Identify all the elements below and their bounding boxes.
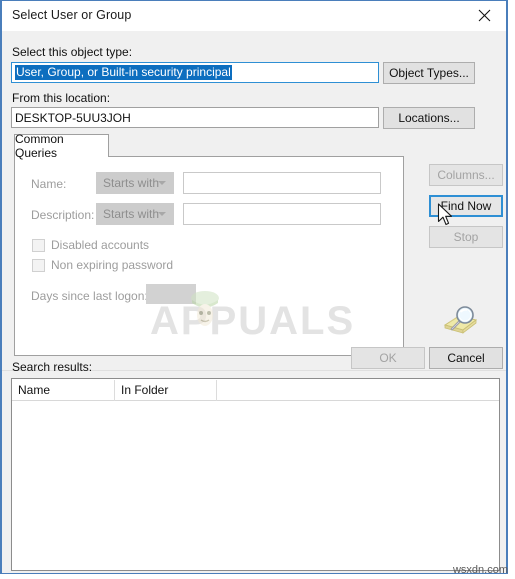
description-operator-value: Starts with xyxy=(103,207,160,221)
chevron-down-icon xyxy=(158,181,166,185)
name-operator-value: Starts with xyxy=(103,176,160,190)
days-since-logon-select[interactable] xyxy=(146,284,196,304)
find-now-button[interactable]: Find Now xyxy=(429,195,503,217)
description-label: Description: xyxy=(31,208,95,222)
locations-button[interactable]: Locations... xyxy=(383,107,475,129)
columns-button[interactable]: Columns... xyxy=(429,164,503,186)
column-header-name[interactable]: Name xyxy=(12,379,114,401)
disabled-accounts-checkbox[interactable] xyxy=(32,239,45,252)
name-label: Name: xyxy=(31,177,67,191)
select-user-or-group-dialog: Select User or Group Select this object … xyxy=(0,0,508,574)
location-input[interactable]: DESKTOP-5UU3JOH xyxy=(11,107,379,128)
chevron-down-icon xyxy=(158,212,166,216)
location-label: From this location: xyxy=(12,91,111,105)
tab-common-queries[interactable]: Common Queries xyxy=(14,132,109,160)
close-icon[interactable] xyxy=(462,1,506,30)
non-expiring-password-checkbox[interactable] xyxy=(32,259,45,272)
object-type-label: Select this object type: xyxy=(12,45,133,59)
magnifier-folder-icon xyxy=(439,303,479,339)
days-since-logon-label: Days since last logon: xyxy=(31,289,148,303)
site-credit: wsxdn.com xyxy=(452,564,508,576)
search-results-label: Search results: xyxy=(12,360,93,374)
object-type-value: User, Group, or Built-in security princi… xyxy=(15,65,232,80)
results-column-headers: Name In Folder xyxy=(12,379,499,401)
title-bar: Select User or Group xyxy=(2,1,506,31)
search-results-list[interactable]: Name In Folder xyxy=(11,378,500,571)
ok-button[interactable]: OK xyxy=(351,347,425,369)
disabled-accounts-label: Disabled accounts xyxy=(51,238,150,252)
description-operator-select[interactable]: Starts with xyxy=(96,203,174,225)
tab-strip: Common Queries xyxy=(14,132,404,160)
stop-button[interactable]: Stop xyxy=(429,226,503,248)
cancel-button[interactable]: Cancel xyxy=(429,347,503,369)
object-type-input[interactable]: User, Group, or Built-in security princi… xyxy=(11,62,379,83)
object-types-button[interactable]: Object Types... xyxy=(383,62,475,84)
column-divider[interactable] xyxy=(216,380,217,401)
dialog-body: Select this object type: User, Group, or… xyxy=(2,31,506,573)
location-value: DESKTOP-5UU3JOH xyxy=(15,110,131,125)
name-input[interactable] xyxy=(183,172,381,194)
common-queries-panel: Name: Starts with Description: Starts wi… xyxy=(14,156,404,356)
column-header-in-folder[interactable]: In Folder xyxy=(115,379,216,401)
non-expiring-password-label: Non expiring password xyxy=(51,258,174,272)
name-operator-select[interactable]: Starts with xyxy=(96,172,174,194)
window-title: Select User or Group xyxy=(12,8,132,22)
description-input[interactable] xyxy=(183,203,381,225)
